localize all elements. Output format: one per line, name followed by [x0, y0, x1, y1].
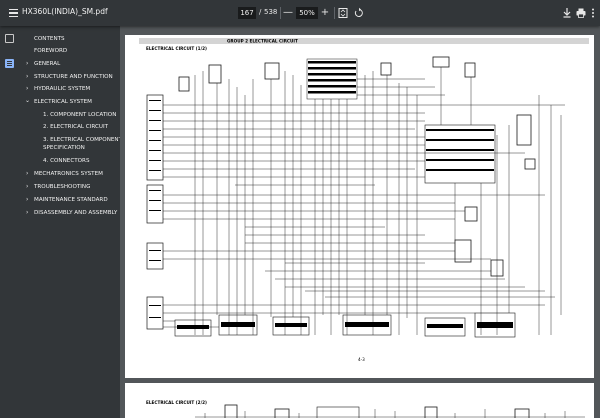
download-button[interactable] — [560, 6, 574, 20]
toolbar: HX360L(INDIA)_SM.pdf 167 / 538 — 50% + — [0, 0, 600, 26]
sidebar: CONTENTS FOREWORD › GENERAL › STRUCTURE … — [0, 26, 122, 418]
outline-item-contents[interactable]: CONTENTS — [34, 36, 65, 43]
outline-item-disassembly-and-assembly[interactable]: DISASSEMBLY AND ASSEMBLY — [34, 210, 117, 217]
thumbnails-icon[interactable] — [5, 34, 14, 43]
chevron-right-icon[interactable]: › — [26, 209, 28, 216]
rotate-icon — [354, 7, 363, 17]
chevron-right-icon[interactable]: › — [26, 60, 28, 67]
more-vertical-icon — [592, 8, 594, 18]
zoom-in-button[interactable]: + — [318, 6, 332, 20]
pdf-viewer: HX360L(INDIA)_SM.pdf 167 / 538 — 50% + C… — [0, 0, 600, 418]
chevron-down-icon[interactable]: ⌄ — [25, 97, 30, 104]
outline-item-specification[interactable]: SPECIFICATION — [43, 145, 85, 152]
electrical-circuit-diagram: GROUP 2 ELECTRICAL CIRCUIT ELECTRICAL CI… — [139, 38, 589, 362]
zoom-out-button[interactable]: — — [281, 6, 295, 20]
outline-item-electrical-system[interactable]: ELECTRICAL SYSTEM — [34, 99, 92, 106]
document-outline: CONTENTS FOREWORD › GENERAL › STRUCTURE … — [20, 26, 122, 418]
fit-page-icon — [338, 8, 348, 18]
outline-item-troubleshooting[interactable]: TROUBLESHOOTING — [34, 184, 90, 191]
outline-item-general[interactable]: GENERAL — [34, 61, 60, 68]
outline-item-hydraulic-system[interactable]: HYDRAULIC SYSTEM — [34, 86, 90, 93]
page-total: 538 — [264, 8, 278, 16]
document-outline-icon[interactable] — [5, 59, 14, 68]
group-header-bar — [139, 38, 589, 44]
fit-page-button[interactable] — [336, 6, 350, 20]
pdf-page: ELECTRICAL CIRCUIT (2/2) — [125, 383, 594, 418]
circuit-wiring — [195, 404, 585, 418]
chevron-right-icon[interactable]: › — [26, 196, 28, 203]
zoom-input[interactable]: 50% — [296, 7, 318, 19]
chevron-right-icon[interactable]: › — [26, 170, 28, 177]
chevron-right-icon[interactable]: › — [26, 85, 28, 92]
more-options-button[interactable] — [586, 6, 600, 20]
outline-item-maintenance-standard[interactable]: MAINTENANCE STANDARD — [34, 197, 108, 204]
electrical-circuit-diagram: ELECTRICAL CIRCUIT (2/2) — [146, 400, 585, 418]
group-header-text: GROUP 2 ELECTRICAL CIRCUIT — [227, 39, 298, 44]
outline-item-connectors[interactable]: 4. CONNECTORS — [43, 158, 90, 165]
page-separator: / — [259, 8, 262, 16]
file-title: HX360L(INDIA)_SM.pdf — [22, 7, 108, 16]
page-footer: 4-3 — [358, 357, 365, 362]
menu-button[interactable] — [4, 4, 22, 22]
chevron-right-icon[interactable]: › — [26, 183, 28, 190]
outline-item-electrical-component[interactable]: 3. ELECTRICAL COMPONENT — [43, 137, 122, 144]
outline-item-component-location[interactable]: 1. COMPONENT LOCATION — [43, 112, 116, 119]
circuit-wiring — [146, 56, 565, 338]
page-subtitle: ELECTRICAL CIRCUIT (2/2) — [146, 400, 207, 405]
pdf-page: GROUP 2 ELECTRICAL CIRCUIT ELECTRICAL CI… — [125, 35, 594, 378]
outline-item-foreword[interactable]: FOREWORD — [34, 48, 67, 55]
page-number-input[interactable]: 167 — [238, 7, 256, 19]
rotate-button[interactable] — [352, 6, 366, 20]
outline-item-structure-and-function[interactable]: STRUCTURE AND FUNCTION — [34, 74, 113, 81]
download-icon — [563, 8, 571, 18]
toolbar-divider — [334, 7, 335, 19]
outline-item-mechatronics-system[interactable]: MECHATRONICS SYSTEM — [34, 171, 103, 178]
outline-item-electrical-circuit[interactable]: 2. ELECTRICAL CIRCUIT — [43, 124, 108, 131]
chevron-right-icon[interactable]: › — [26, 73, 28, 80]
document-viewer[interactable]: GROUP 2 ELECTRICAL CIRCUIT ELECTRICAL CI… — [120, 26, 600, 418]
page-subtitle: ELECTRICAL CIRCUIT (1/2) — [146, 46, 207, 51]
